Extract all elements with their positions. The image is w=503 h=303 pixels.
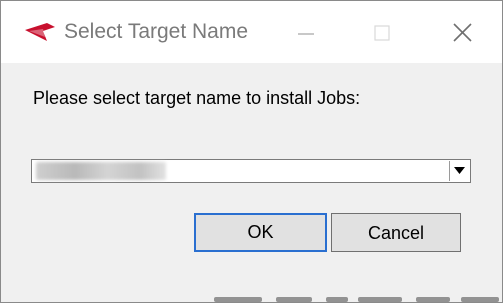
dropdown-button[interactable] [449, 161, 469, 181]
window-title: Select Target Name [64, 20, 249, 43]
maximize-button[interactable] [361, 1, 409, 63]
cancel-button[interactable]: Cancel [331, 213, 461, 252]
select-target-name-dialog: Select Target Name Please select target … [0, 0, 503, 303]
prompt-label: Please select target name to install Job… [33, 88, 361, 108]
title-bar[interactable]: Select Target Name [1, 1, 502, 63]
close-button[interactable] [438, 1, 486, 63]
background-window-edge [206, 294, 502, 302]
minimize-button[interactable] [284, 1, 332, 63]
ok-button[interactable]: OK [194, 213, 327, 252]
brand-logo-icon [23, 21, 57, 43]
selected-target-value [36, 162, 166, 180]
target-name-select[interactable] [31, 159, 471, 183]
